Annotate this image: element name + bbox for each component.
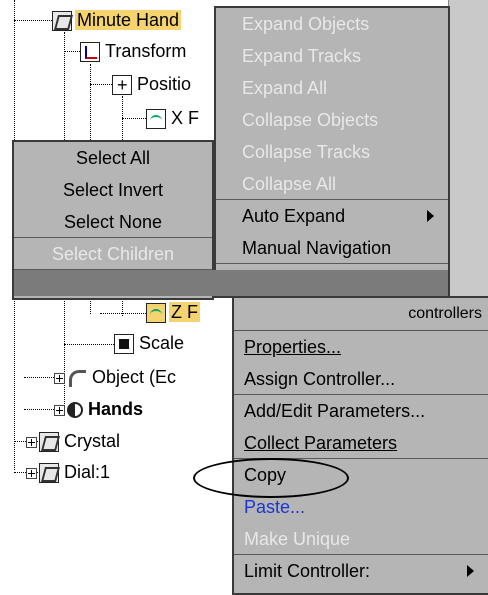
- object-icon: [52, 11, 72, 32]
- object-icon: [39, 463, 59, 484]
- menu-item-collapse-tracks[interactable]: Collapse Tracks: [216, 136, 448, 168]
- curve-icon: [146, 303, 166, 324]
- tree-node-position[interactable]: Positio: [112, 70, 193, 99]
- curve-icon: [146, 109, 166, 130]
- menu-item-select-all[interactable]: Select All: [14, 142, 212, 174]
- menu-item-label: Collect Parameters: [244, 433, 398, 453]
- tree-connector: [24, 377, 54, 378]
- tree-node-scale[interactable]: Scale: [114, 329, 186, 357]
- track-view-edit-panel: [448, 0, 488, 296]
- tree-node-x-position[interactable]: X F: [146, 104, 201, 132]
- tree-connector: [64, 344, 114, 345]
- menu-item-collapse-objects[interactable]: Collapse Objects: [216, 104, 448, 136]
- tree-connector: [14, 20, 52, 21]
- menu-item-expand-all[interactable]: Expand All: [216, 72, 448, 104]
- position-icon: [112, 71, 132, 99]
- controllers-context-menu: controllers Properties... Assign Control…: [232, 296, 488, 595]
- menu-item-expand-objects[interactable]: Expand Objects: [216, 8, 448, 40]
- menu-item-select-children[interactable]: Select Children: [14, 238, 212, 270]
- menu-item-assign-controller[interactable]: Assign Controller...: [234, 363, 488, 395]
- tree-connector: [24, 409, 54, 410]
- menu-item-properties[interactable]: Properties...: [234, 331, 488, 363]
- menu-item-collect-parameters[interactable]: Collect Parameters: [234, 427, 488, 459]
- menu-item-label: Limit Controller:: [244, 561, 371, 581]
- tree-node-crystal[interactable]: Crystal: [26, 427, 122, 455]
- expand-plus-icon[interactable]: [26, 467, 37, 479]
- tree-node-minute-hand[interactable]: Minute Hand: [52, 6, 182, 34]
- track-view-window: Minute Hand Transform Positio X F Z F Sc…: [0, 0, 488, 595]
- menu-item-label: Auto Expand: [242, 206, 346, 226]
- submenu-arrow-icon: [427, 210, 434, 222]
- expand-plus-icon[interactable]: [26, 436, 37, 448]
- submenu-arrow-icon: [467, 565, 474, 577]
- menu-item-manual-navigation[interactable]: Manual Navigation: [216, 232, 448, 264]
- transform-icon: [80, 42, 100, 63]
- menu-item-select-none[interactable]: Select None: [14, 206, 212, 238]
- expand-collapse-menu: Expand Objects Expand Tracks Expand All …: [214, 6, 450, 298]
- tree-connector: [64, 51, 80, 52]
- menu-item-expand-tracks[interactable]: Expand Tracks: [216, 40, 448, 72]
- modifier-icon: [67, 368, 87, 388]
- menu-item-copy[interactable]: Copy: [234, 459, 488, 491]
- menu-item-label: Properties...: [244, 337, 342, 357]
- hands-icon: [67, 402, 83, 419]
- tree-node-hands[interactable]: Hands: [54, 395, 145, 423]
- object-icon: [39, 432, 59, 453]
- menu-item-collapse-all[interactable]: Collapse All: [216, 168, 448, 200]
- tree-node-z-position[interactable]: Z F: [146, 298, 200, 326]
- menu-item-limit-controller[interactable]: Limit Controller:: [234, 555, 488, 587]
- menu-item-make-unique[interactable]: Make Unique: [234, 523, 488, 555]
- tree-connector: [100, 313, 146, 314]
- menu-title: controllers: [234, 298, 488, 331]
- tree-node-transform[interactable]: Transform: [80, 37, 188, 65]
- tree-connector: [90, 84, 112, 85]
- menu-bottom-strip: [14, 270, 448, 296]
- menu-item-paste[interactable]: Paste...: [234, 491, 488, 523]
- menu-item-add-edit-parameters[interactable]: Add/Edit Parameters...: [234, 395, 488, 427]
- menu-item-select-invert[interactable]: Select Invert: [14, 174, 212, 206]
- tree-connector: [122, 118, 146, 119]
- expand-plus-icon[interactable]: [54, 404, 65, 416]
- scale-icon: [114, 334, 134, 355]
- menu-item-auto-expand[interactable]: Auto Expand: [216, 200, 448, 232]
- tree-node-object[interactable]: Object (Ec: [54, 363, 178, 391]
- tree-node-dial[interactable]: Dial:1: [26, 458, 112, 486]
- expand-plus-icon[interactable]: [54, 372, 65, 384]
